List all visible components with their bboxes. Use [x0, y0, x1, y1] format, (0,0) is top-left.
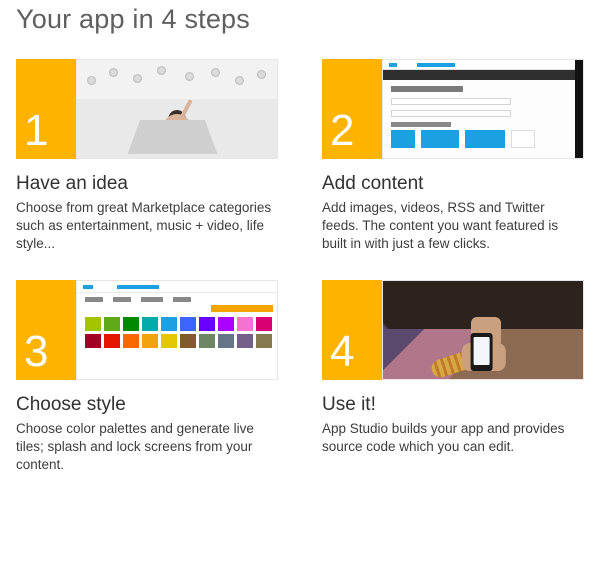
lightbulb-icon — [87, 76, 96, 85]
color-swatch — [123, 317, 139, 331]
step-2: 2 Add content Add images, videos, RSS an… — [322, 59, 584, 254]
lightbulb-icon — [257, 70, 266, 79]
step-1-number: 1 — [16, 59, 76, 159]
step-4-image — [382, 280, 584, 380]
steps-grid: 1 Have an idea Choose from great Marketp… — [16, 59, 584, 474]
color-swatch — [85, 317, 101, 331]
color-swatch — [199, 317, 215, 331]
lightbulb-icon — [211, 68, 220, 77]
step-1-description: Choose from great Marketplace categories… — [16, 199, 278, 254]
color-swatch — [104, 334, 120, 348]
color-swatch — [199, 334, 215, 348]
step-3-title: Choose style — [16, 394, 278, 416]
step-2-image — [382, 59, 584, 159]
lightbulb-icon — [235, 76, 244, 85]
step-3-image — [76, 280, 278, 380]
lightbulb-icon — [157, 66, 166, 75]
color-swatch — [218, 334, 234, 348]
lightbulb-icon — [109, 68, 118, 77]
step-4-number: 4 — [322, 280, 382, 380]
step-1-image — [76, 59, 278, 159]
color-swatch — [123, 334, 139, 348]
lightbulb-icon — [185, 72, 194, 81]
step-2-description: Add images, videos, RSS and Twitter feed… — [322, 199, 584, 254]
step-3-description: Choose color palettes and generate live … — [16, 420, 278, 475]
color-swatch — [161, 334, 177, 348]
color-swatch — [161, 317, 177, 331]
color-swatch — [237, 317, 253, 331]
color-swatch — [256, 317, 272, 331]
color-swatch — [218, 317, 234, 331]
step-3-number: 3 — [16, 280, 76, 380]
step-2-hero: 2 — [322, 59, 584, 159]
step-4: 4 Use it! App Studio builds your app and… — [322, 280, 584, 475]
color-swatch — [85, 334, 101, 348]
color-swatch — [256, 334, 272, 348]
color-swatch — [104, 317, 120, 331]
step-4-title: Use it! — [322, 394, 584, 416]
step-1-title: Have an idea — [16, 173, 278, 195]
step-2-title: Add content — [322, 173, 584, 195]
color-swatch — [180, 317, 196, 331]
color-swatch — [142, 317, 158, 331]
step-3: 3 Choose style Choose color palettes and… — [16, 280, 278, 475]
step-4-hero: 4 — [322, 280, 584, 380]
person-arm — [173, 99, 192, 131]
color-swatch — [180, 334, 196, 348]
color-swatch — [237, 334, 253, 348]
page-title: Your app in 4 steps — [16, 4, 584, 35]
phone-icon — [471, 333, 493, 371]
step-2-number: 2 — [322, 59, 382, 159]
step-1-hero: 1 — [16, 59, 278, 159]
step-4-description: App Studio builds your app and provides … — [322, 420, 584, 456]
lightbulb-icon — [133, 74, 142, 83]
step-1: 1 Have an idea Choose from great Marketp… — [16, 59, 278, 254]
step-3-hero: 3 — [16, 280, 278, 380]
color-swatch — [142, 334, 158, 348]
